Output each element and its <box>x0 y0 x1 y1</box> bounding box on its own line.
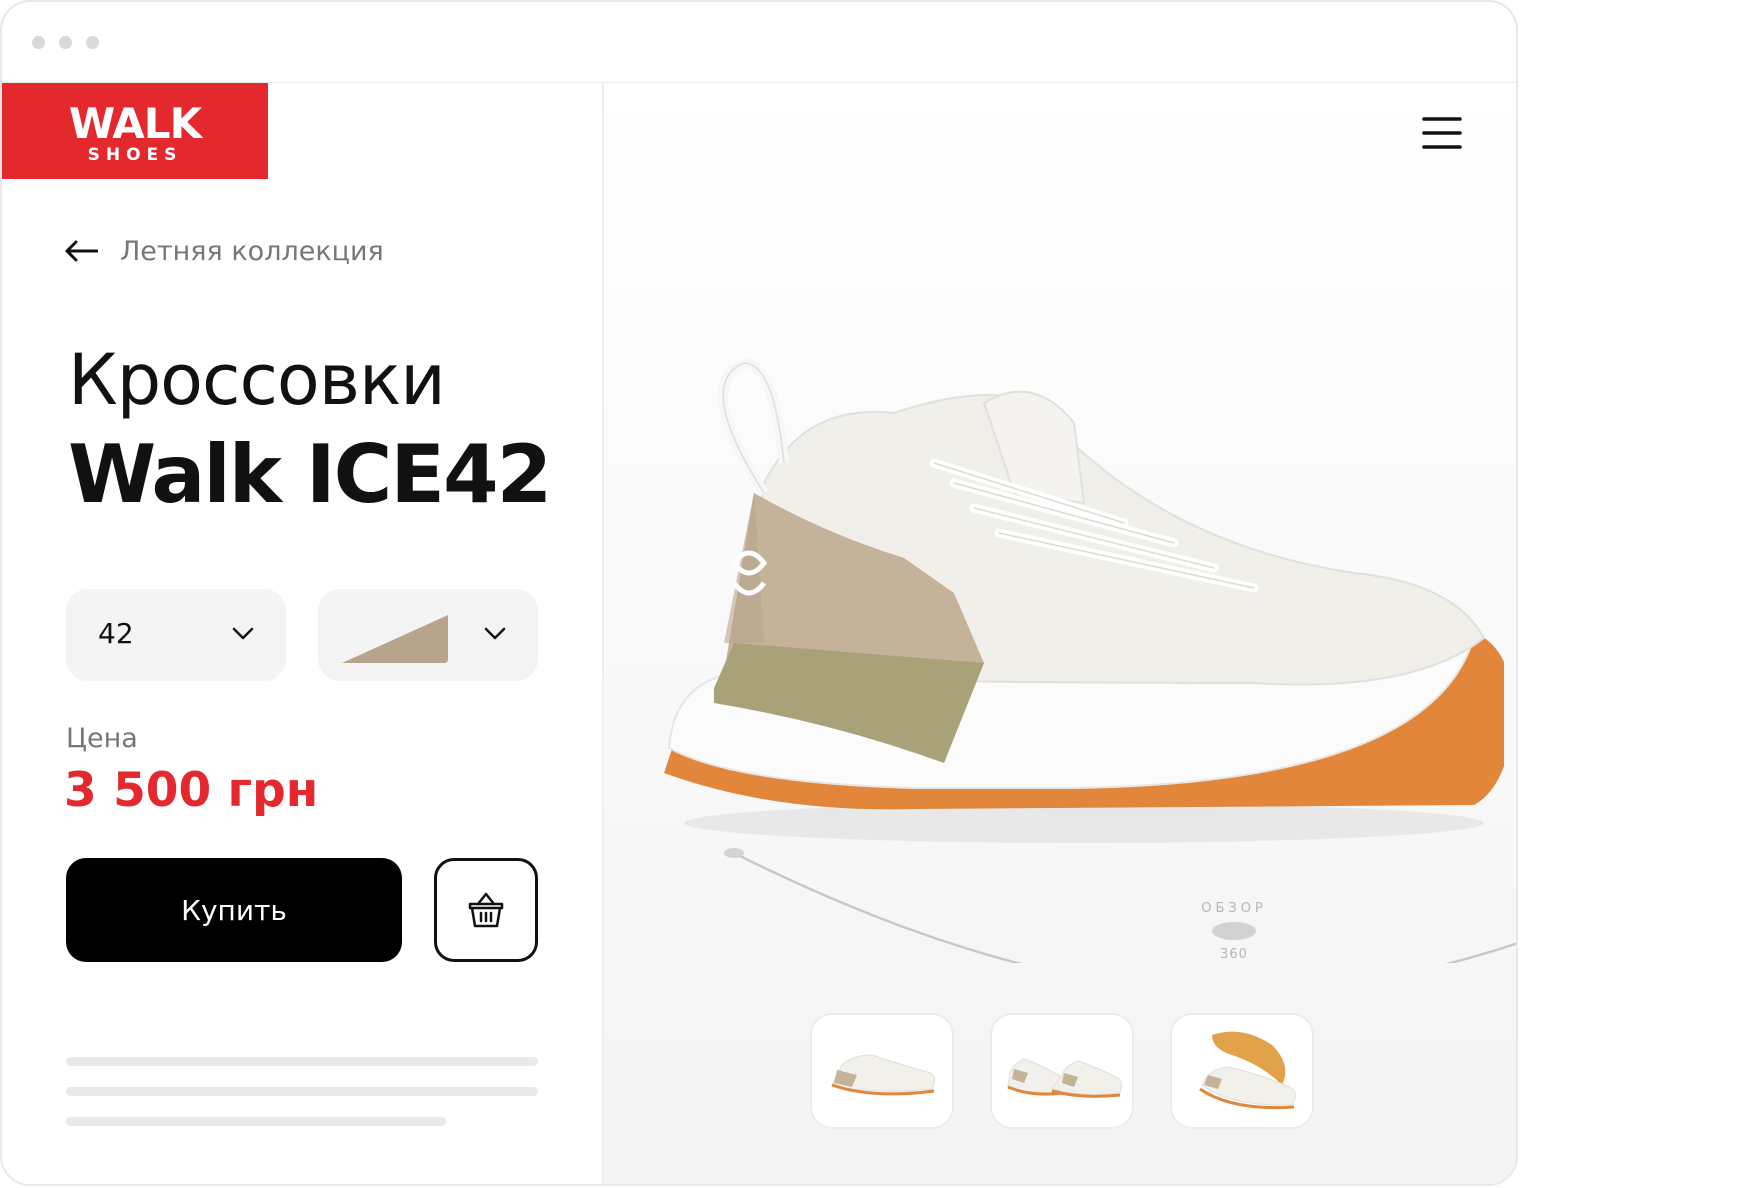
price-label: Цена <box>66 723 138 754</box>
color-select[interactable] <box>318 589 538 681</box>
thumbnail-side-view[interactable] <box>810 1013 954 1129</box>
arrow-left-icon <box>65 240 98 262</box>
product-image[interactable] <box>654 343 1504 863</box>
window-dot <box>59 36 72 49</box>
product-info-panel: WALK SHOES Летняя коллекция Кроссовки Wa… <box>2 83 604 1184</box>
rotation-360-label: 360 <box>1220 947 1248 962</box>
rotation-handle[interactable] <box>1212 922 1256 940</box>
browser-window: WALK SHOES Летняя коллекция Кроссовки Wa… <box>0 0 1518 1186</box>
brand-subtitle: SHOES <box>87 145 183 165</box>
shoe-thumbnail-image <box>831 1054 936 1096</box>
chevron-down-icon <box>484 627 506 640</box>
description-placeholder-line <box>66 1087 538 1096</box>
basket-icon <box>468 892 504 928</box>
hamburger-menu-icon[interactable] <box>1420 113 1464 153</box>
thumbnail-pair-view[interactable] <box>990 1013 1134 1129</box>
price-value: 3 500 грн <box>64 763 319 818</box>
window-dot <box>86 36 99 49</box>
color-swatch <box>342 615 448 663</box>
overview-label: ОБЗОР <box>1201 901 1267 916</box>
back-link[interactable]: Летняя коллекция <box>64 231 384 271</box>
shoe-thumbnail-image <box>1007 1058 1122 1098</box>
shoe-thumbnail-image <box>1199 1031 1296 1110</box>
product-model-title: Walk ICE42 <box>68 428 552 521</box>
thumbnail-sole-view[interactable] <box>1170 1013 1314 1129</box>
chevron-down-icon <box>232 627 254 640</box>
size-select[interactable]: 42 <box>66 589 286 681</box>
description-placeholder-line <box>66 1057 538 1066</box>
brand-logo[interactable]: WALK SHOES <box>2 83 268 179</box>
window-titlebar <box>2 2 1516 84</box>
size-value: 42 <box>98 617 134 650</box>
product-viewer-panel: ОБЗОР 360 <box>604 83 1516 1184</box>
description-placeholder-line <box>66 1117 446 1126</box>
add-to-cart-button[interactable] <box>434 858 538 962</box>
brand-name: WALK <box>68 99 202 148</box>
product-category-title: Кроссовки <box>68 339 446 421</box>
window-dot <box>32 36 45 49</box>
rotation-track[interactable] <box>714 833 1518 963</box>
back-link-label: Летняя коллекция <box>120 235 384 267</box>
buy-button[interactable]: Купить <box>66 858 402 962</box>
